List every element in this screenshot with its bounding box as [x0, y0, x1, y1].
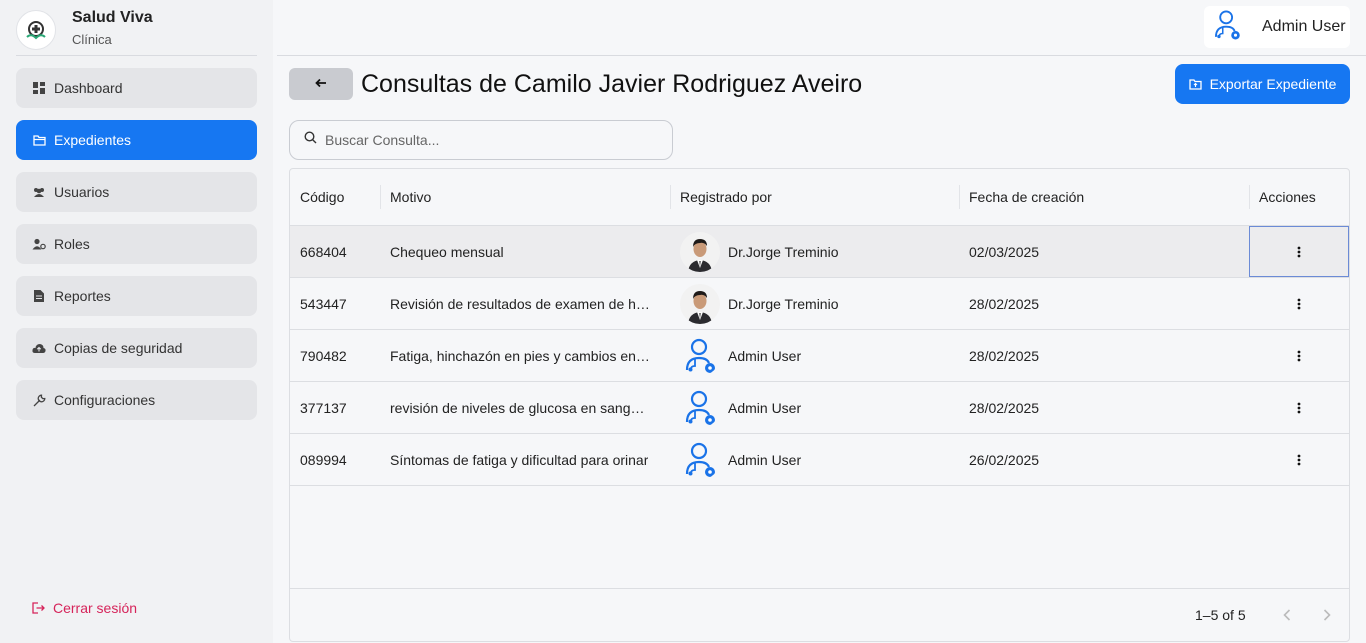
export-label: Exportar Expediente	[1209, 76, 1337, 92]
table-header: Código Motivo Registrado por Fecha de cr…	[290, 169, 1349, 226]
user-role-icon	[32, 237, 46, 251]
column-header-acciones: Acciones	[1249, 169, 1349, 225]
row-actions-button[interactable]	[1249, 226, 1349, 277]
cell-codigo: 668404	[300, 243, 347, 260]
wrench-icon	[32, 393, 46, 407]
sidebar-item-reportes[interactable]: Reportes	[16, 276, 257, 316]
chevron-right-icon	[1323, 609, 1331, 621]
row-actions-button[interactable]	[1249, 278, 1349, 329]
consultas-table: Código Motivo Registrado por Fecha de cr…	[289, 168, 1350, 642]
folder-icon	[32, 133, 46, 147]
cell-registrado: Admin User	[670, 434, 960, 485]
cell-motivo: Chequeo mensual	[390, 243, 504, 260]
document-icon	[32, 289, 46, 303]
row-actions-button[interactable]	[1249, 330, 1349, 381]
cell-fecha: 26/02/2025	[969, 451, 1040, 468]
topbar: Admin User	[277, 0, 1366, 56]
cell-motivo: revisión de niveles de glucosa en sang…	[390, 399, 645, 416]
user-name: Admin User	[1262, 18, 1346, 35]
sidebar-item-dashboard[interactable]: Dashboard	[16, 68, 257, 108]
logout-label: Cerrar sesión	[53, 600, 138, 616]
cell-codigo: 089994	[300, 451, 347, 468]
more-vertical-icon	[1297, 246, 1301, 257]
brand-subtitle: Clínica	[72, 32, 112, 47]
sidebar-item-label: Reportes	[54, 288, 111, 304]
sidebar-item-configuraciones[interactable]: Configuraciones	[16, 380, 257, 420]
sidebar-item-roles[interactable]: Roles	[16, 224, 257, 264]
column-header-registrado[interactable]: Registrado por	[670, 169, 960, 225]
user-menu[interactable]: Admin User	[1204, 6, 1350, 48]
cell-fecha: 28/02/2025	[969, 347, 1040, 364]
pagination-label: 1–5 of 5	[1195, 607, 1246, 623]
cell-motivo: Revisión de resultados de examen de h…	[390, 295, 650, 312]
cell-registrado: Admin User	[670, 330, 960, 381]
table-row[interactable]: 377137 revisión de niveles de glucosa en …	[290, 382, 1349, 434]
admin-user-icon	[1210, 8, 1244, 47]
table-row[interactable]: 790482 Fatiga, hinchazón en pies y cambio…	[290, 330, 1349, 382]
cell-codigo: 377137	[300, 399, 347, 416]
cell-fecha: 28/02/2025	[969, 399, 1040, 416]
sidebar-item-usuarios[interactable]: Usuarios	[16, 172, 257, 212]
export-folder-icon	[1188, 78, 1202, 90]
cell-motivo: Fatiga, hinchazón en pies y cambios en…	[390, 347, 650, 364]
sidebar-item-label: Dashboard	[54, 80, 123, 96]
more-vertical-icon	[1297, 298, 1301, 309]
column-header-fecha[interactable]: Fecha de creación	[959, 169, 1249, 225]
row-actions-button[interactable]	[1249, 434, 1349, 485]
sidebar-nav: Dashboard Expedientes Usuarios Roles Rep…	[16, 68, 257, 432]
column-header-motivo[interactable]: Motivo	[380, 169, 670, 225]
brand-name: Salud Viva	[72, 9, 153, 26]
sidebar-item-expedientes[interactable]: Expedientes	[16, 120, 257, 160]
user-photo-avatar	[680, 283, 720, 324]
medical-cross-icon	[16, 10, 56, 50]
sidebar-item-copias[interactable]: Copias de seguridad	[16, 328, 257, 368]
table-row[interactable]: 543447 Revisión de resultados de examen d…	[290, 278, 1349, 330]
cloud-icon	[32, 341, 46, 355]
admin-user-icon	[680, 336, 720, 376]
search-input[interactable]	[325, 132, 645, 148]
admin-user-icon	[680, 388, 720, 428]
page-title: Consultas de Camilo Javier Rodriguez Ave…	[361, 70, 863, 98]
prev-page-button[interactable]	[1275, 603, 1299, 627]
cell-codigo: 790482	[300, 347, 347, 364]
chevron-left-icon	[1283, 609, 1291, 621]
logout-icon	[32, 602, 45, 614]
table-row[interactable]: 668404 Chequeo mensual Dr.Jorge Treminio 02…	[290, 226, 1349, 278]
cell-registrado: Dr.Jorge Treminio	[670, 278, 960, 329]
cell-fecha: 28/02/2025	[969, 295, 1040, 312]
cell-codigo: 543447	[300, 295, 347, 312]
search-icon	[304, 131, 317, 149]
row-actions-button[interactable]	[1249, 382, 1349, 433]
users-icon	[32, 185, 46, 199]
arrow-left-icon	[315, 75, 327, 93]
column-header-codigo[interactable]: Código	[290, 169, 380, 225]
brand: Salud Viva Clínica	[16, 6, 257, 56]
sidebar-item-label: Expedientes	[54, 132, 132, 148]
table-row[interactable]: 089994 Síntomas de fatiga y dificultad pa…	[290, 434, 1349, 486]
cell-registrado: Dr.Jorge Treminio	[670, 226, 960, 277]
back-button[interactable]	[289, 68, 353, 100]
next-page-button[interactable]	[1315, 603, 1339, 627]
admin-user-icon	[680, 440, 720, 480]
cell-motivo: Síntomas de fatiga y dificultad para ori…	[390, 451, 649, 468]
sidebar-item-label: Usuarios	[54, 184, 110, 200]
sidebar-item-label: Configuraciones	[54, 392, 156, 408]
cell-registrado: Admin User	[670, 382, 960, 433]
logout-button[interactable]: Cerrar sesión	[32, 600, 137, 616]
sidebar: Salud Viva Clínica Dashboard Expedientes…	[0, 0, 273, 643]
more-vertical-icon	[1297, 402, 1301, 413]
sidebar-item-label: Copias de seguridad	[54, 340, 183, 356]
sidebar-item-label: Roles	[54, 236, 90, 252]
export-button[interactable]: Exportar Expediente	[1175, 64, 1350, 104]
cell-fecha: 02/03/2025	[969, 243, 1040, 260]
dashboard-icon	[32, 81, 46, 95]
more-vertical-icon	[1297, 350, 1301, 361]
user-photo-avatar	[680, 231, 720, 272]
search-box	[289, 120, 673, 160]
table-footer: 1–5 of 5	[290, 588, 1349, 641]
more-vertical-icon	[1297, 454, 1301, 465]
